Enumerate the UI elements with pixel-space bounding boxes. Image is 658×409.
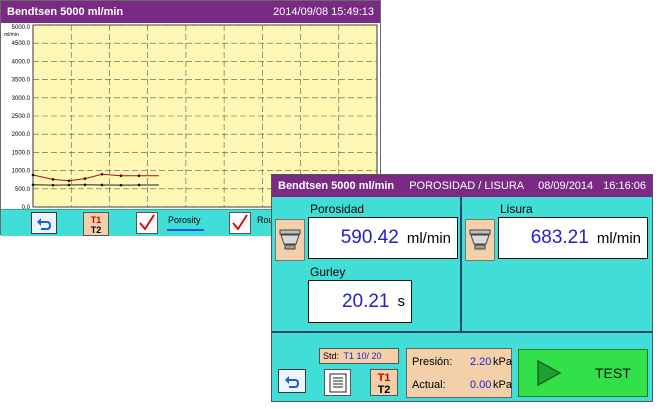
undo-arrow-icon [285,376,300,388]
pressure-unit: kPa [493,356,512,368]
series-point-0 [119,183,123,187]
checkmark-icon [232,214,248,231]
series-point-1 [137,174,141,177]
undo-arrow-icon [37,218,52,230]
gurley-unit: s [397,293,406,310]
smoothness-label: Lisura [500,202,533,216]
standard-value: T1 10/ 20 [343,351,382,361]
y-tick-label: 3000.0 [12,96,31,102]
gurley-label: Gurley [310,265,346,279]
y-unit-label: ml/min [4,32,19,38]
smoothness-head-icon-tile [465,219,495,261]
porosity-head-icon-tile [275,219,305,261]
y-tick-label: 5000.0 [12,25,31,31]
porosity-value-box: 590.42 ml/min [308,217,458,259]
legend-porosity-label: Porosity [168,215,201,225]
legend-porosity-line [167,229,204,231]
y-tick-label: 2500.0 [12,114,31,120]
smoothness-unit: ml/min [596,229,641,247]
gurley-value-box: 20.21 s [308,280,412,323]
gurley-value: 20.21 [341,290,390,312]
mode-label: POROSIDAD / LISURA [409,180,525,192]
series-point-0 [100,183,104,187]
y-tick-label: 4500.0 [12,41,31,47]
test-button-label: TEST [595,365,631,381]
series-point-1 [119,174,123,177]
porosity-checkbox[interactable] [136,212,158,234]
back-button-chart[interactable] [31,212,57,234]
y-tick-label: 3500.0 [12,78,31,84]
back-button[interactable] [278,369,306,393]
roughness-checkbox[interactable] [229,212,251,234]
actual-pressure-value: 0.00 [470,379,492,391]
horizontal-divider [272,331,652,333]
actual-pressure-unit: kPa [493,379,512,391]
pressure-label: Presión: [412,356,453,368]
pressure-panel: Presión: 2.20 kPa Actual: 0.00 kPa [406,348,512,398]
series-point-1 [31,173,35,177]
smoothness-value: 683.21 [530,227,589,248]
measuring-head-icon [469,229,491,250]
time-label: 16:16:06 [603,180,646,192]
pressure-value: 2.20 [470,356,492,368]
series-point-0 [51,183,55,187]
measuring-head-icon [279,229,301,250]
y-tick-label: 1000.0 [12,169,31,175]
actual-pressure-label: Actual: [412,379,446,391]
test-button[interactable]: TEST [518,349,648,397]
series-point-0 [31,183,35,187]
smoothness-value-box: 683.21 ml/min [498,217,648,259]
porosity-value: 590.42 [340,227,399,248]
porosity-label: Porosidad [310,202,365,216]
series-point-0 [83,183,87,187]
chart-window-title: Bendtsen 5000 ml/min [7,6,124,18]
report-button[interactable] [324,369,351,396]
porosity-unit: ml/min [406,229,451,247]
vertical-divider [460,197,462,331]
measurement-title: Bendtsen 5000 ml/min [278,180,395,192]
measurement-window: Bendtsen 5000 ml/min POROSIDAD / LISURA … [271,174,653,402]
y-tick-label: 1500.0 [12,150,31,156]
series-point-1 [67,179,71,183]
series-point-1 [83,177,87,180]
play-icon [537,359,562,387]
document-list-icon [329,373,346,392]
series-point-1 [51,178,55,181]
series-point-1 [100,172,104,176]
date-label: 08/09/2014 [538,180,594,192]
measurement-titlebar: Bendtsen 5000 ml/min POROSIDAD / LISURA … [272,175,652,197]
chart-window-datetime: 2014/09/08 15:49:13 [273,6,374,18]
y-tick-label: 2000.0 [12,132,31,138]
chart-window-titlebar: Bendtsen 5000 ml/min 2014/09/08 15:49:13 [1,1,380,23]
y-tick-label: 4000.0 [12,59,31,65]
standard-label: Std: [323,351,340,361]
checkmark-icon [139,214,155,231]
t1-t2-toggle[interactable]: T1 T2 [370,369,398,396]
t1-t2-toggle-chart[interactable]: T1 T2 [83,212,109,236]
series-point-0 [67,183,71,187]
standard-indicator: Std: T1 10/ 20 [319,348,399,364]
y-tick-label: 500.0 [15,187,31,193]
series-point-0 [137,183,141,187]
